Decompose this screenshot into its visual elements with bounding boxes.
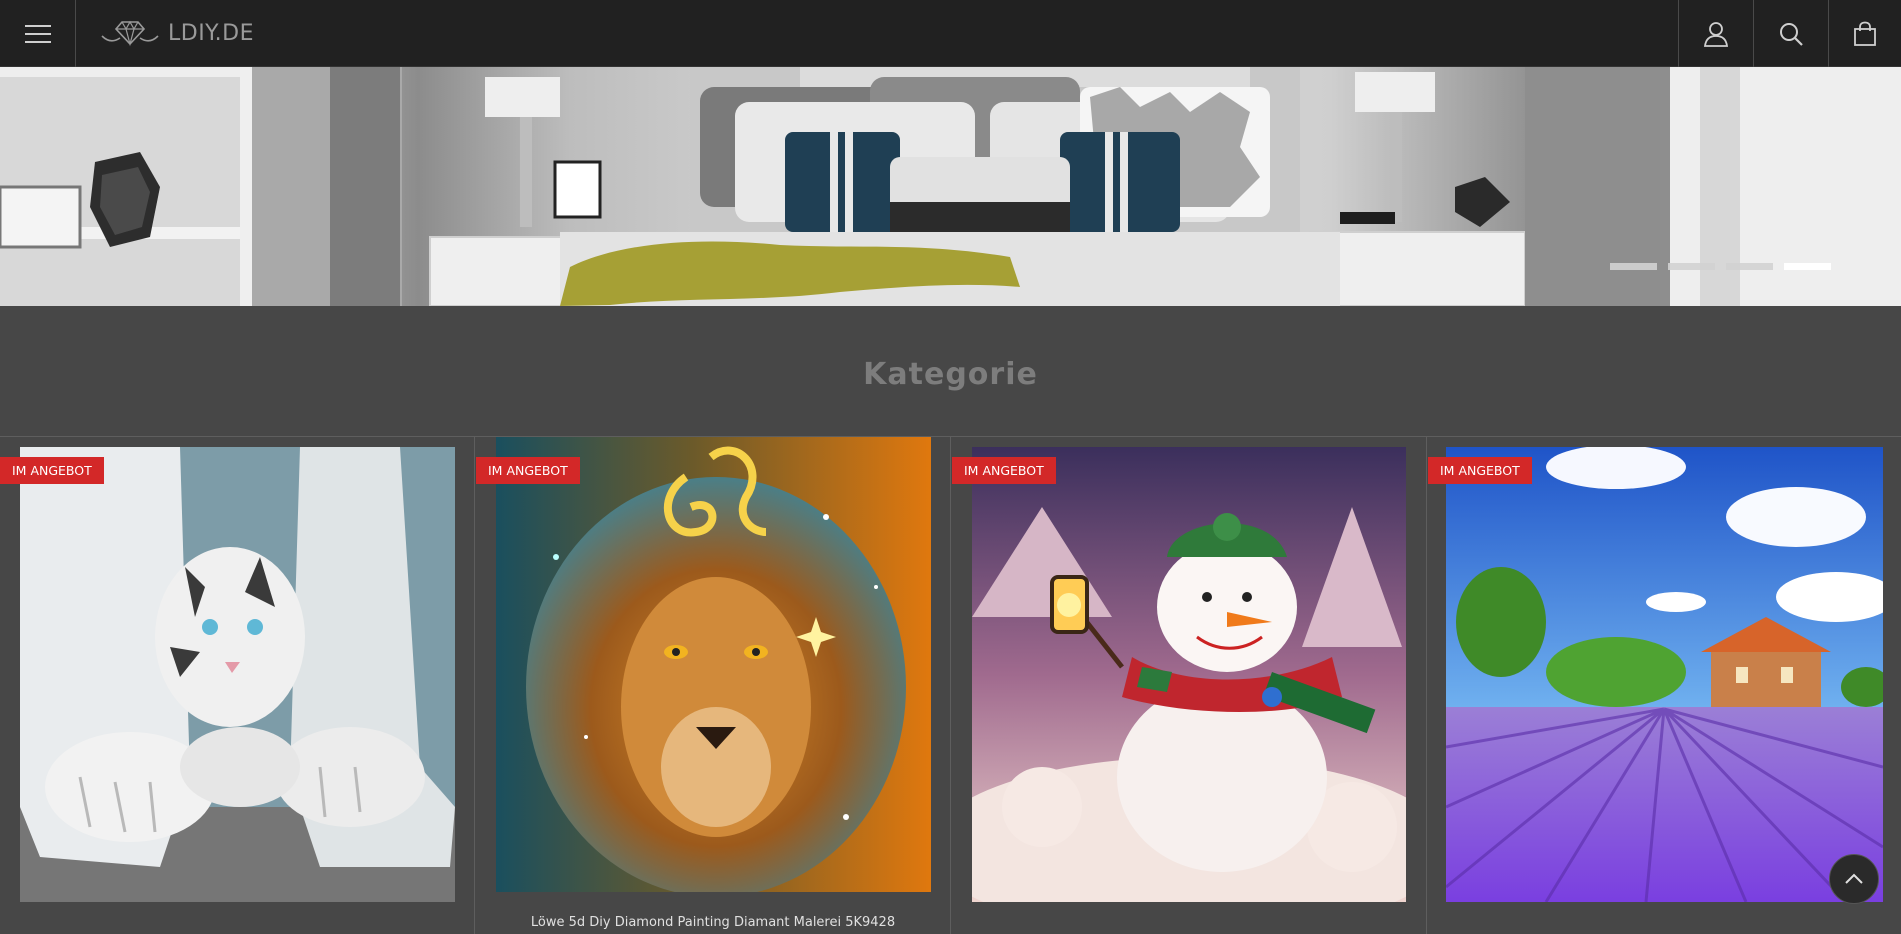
slider-dot-4[interactable] xyxy=(1784,263,1831,270)
product-image[interactable] xyxy=(496,437,931,892)
logo-text: LDIY.DE xyxy=(168,20,254,46)
sale-badge: IM ANGEBOT xyxy=(0,457,104,484)
section-heading: Kategorie xyxy=(863,357,1038,392)
product-card[interactable]: IM ANGEBOT xyxy=(952,437,1427,934)
menu-button[interactable] xyxy=(0,0,76,67)
site-header: LDIY.DE xyxy=(0,0,1901,67)
sale-badge: IM ANGEBOT xyxy=(476,457,580,484)
product-image[interactable] xyxy=(1446,447,1883,902)
cart-button[interactable] xyxy=(1828,0,1901,67)
product-card[interactable]: IM ANGEBOT xyxy=(1428,437,1901,934)
sale-badge: IM ANGEBOT xyxy=(952,457,1056,484)
site-logo[interactable]: LDIY.DE xyxy=(100,16,254,50)
slider-dot-2[interactable] xyxy=(1668,263,1715,270)
product-card[interactable]: IM ANGEBOT xyxy=(0,437,475,934)
menu-icon xyxy=(24,24,51,43)
product-card[interactable]: IM ANGEBOT Löwe 5d Diy Diamond Painting … xyxy=(476,437,951,934)
product-image[interactable] xyxy=(20,447,455,902)
search-icon xyxy=(1780,22,1803,46)
sale-badge: IM ANGEBOT xyxy=(1428,457,1532,484)
account-icon xyxy=(1703,21,1729,47)
hero-slider[interactable] xyxy=(0,67,1901,306)
search-button[interactable] xyxy=(1753,0,1828,67)
slider-dot-3[interactable] xyxy=(1726,263,1773,270)
back-to-top-button[interactable] xyxy=(1829,854,1879,904)
chevron-up-icon xyxy=(1845,873,1863,884)
product-image[interactable] xyxy=(972,447,1406,902)
cart-icon xyxy=(1854,21,1876,46)
product-title[interactable]: Löwe 5d Diy Diamond Painting Diamant Mal… xyxy=(476,915,950,930)
slider-pagination xyxy=(1610,263,1831,271)
slider-dot-1[interactable] xyxy=(1610,263,1657,270)
account-button[interactable] xyxy=(1678,0,1753,67)
diamond-logo-icon xyxy=(101,20,159,47)
product-grid: IM ANGEBOT IM ANGEBOT Löwe 5d Diy Diamon… xyxy=(0,437,1901,934)
